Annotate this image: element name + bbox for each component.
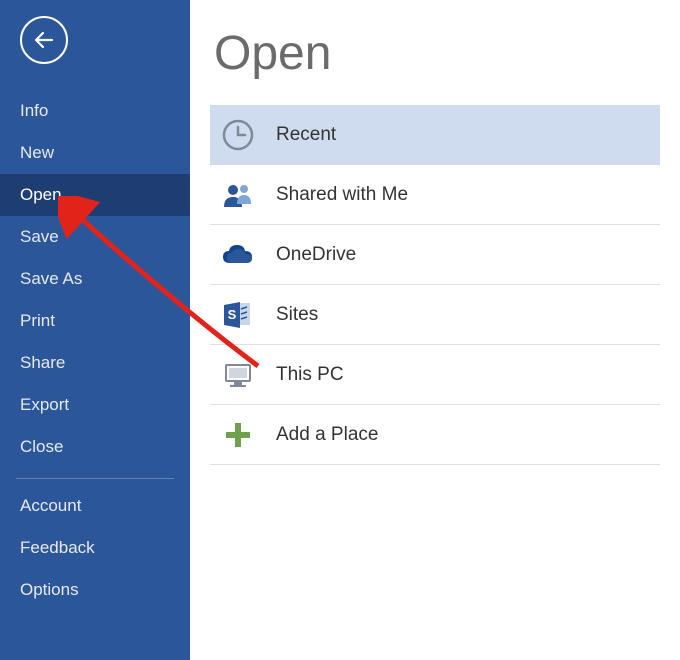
- location-label: Sites: [276, 304, 318, 326]
- sidebar-item-open[interactable]: Open: [0, 174, 190, 216]
- location-list: Recent Shared with Me: [210, 105, 660, 465]
- location-label: OneDrive: [276, 244, 356, 266]
- location-thispc[interactable]: This PC: [210, 345, 660, 405]
- location-sites[interactable]: S Sites: [210, 285, 660, 345]
- cloud-icon: [218, 235, 258, 275]
- location-recent[interactable]: Recent: [210, 105, 660, 165]
- sidebar-item-options[interactable]: Options: [0, 569, 190, 611]
- location-onedrive[interactable]: OneDrive: [210, 225, 660, 285]
- location-label: Recent: [276, 124, 336, 146]
- sidebar: Info New Open Save Save As Print Share E…: [0, 0, 190, 660]
- location-label: This PC: [276, 364, 344, 386]
- people-icon: [218, 175, 258, 215]
- sidebar-item-account[interactable]: Account: [0, 485, 190, 527]
- location-label: Add a Place: [276, 424, 378, 446]
- sidebar-item-saveas[interactable]: Save As: [0, 258, 190, 300]
- location-shared[interactable]: Shared with Me: [210, 165, 660, 225]
- main-panel: Open Recent: [190, 0, 680, 660]
- sidebar-item-label: Print: [20, 311, 55, 330]
- sidebar-item-info[interactable]: Info: [0, 90, 190, 132]
- sidebar-item-label: Options: [20, 580, 79, 599]
- sidebar-item-label: Save: [20, 227, 59, 246]
- sidebar-item-share[interactable]: Share: [0, 342, 190, 384]
- backstage-layout: Info New Open Save Save As Print Share E…: [0, 0, 680, 660]
- sharepoint-icon: S: [218, 295, 258, 335]
- sidebar-item-label: Export: [20, 395, 69, 414]
- page-title: Open: [214, 26, 660, 81]
- location-addplace[interactable]: Add a Place: [210, 405, 660, 465]
- sidebar-item-print[interactable]: Print: [0, 300, 190, 342]
- clock-icon: [218, 115, 258, 155]
- sidebar-item-label: Feedback: [20, 538, 95, 557]
- svg-text:S: S: [228, 307, 237, 322]
- sidebar-item-feedback[interactable]: Feedback: [0, 527, 190, 569]
- sidebar-item-label: Save As: [20, 269, 82, 288]
- computer-icon: [218, 355, 258, 395]
- plus-icon: [218, 415, 258, 455]
- sidebar-item-close[interactable]: Close: [0, 426, 190, 468]
- sidebar-item-export[interactable]: Export: [0, 384, 190, 426]
- sidebar-separator: [16, 478, 174, 479]
- sidebar-item-label: Share: [20, 353, 65, 372]
- sidebar-item-label: Close: [20, 437, 63, 456]
- sidebar-item-new[interactable]: New: [0, 132, 190, 174]
- sidebar-item-label: Open: [20, 185, 62, 204]
- sidebar-item-label: Info: [20, 101, 48, 120]
- back-button[interactable]: [20, 16, 68, 64]
- sidebar-item-label: Account: [20, 496, 81, 515]
- location-label: Shared with Me: [276, 184, 408, 206]
- back-arrow-icon: [32, 28, 56, 52]
- sidebar-item-save[interactable]: Save: [0, 216, 190, 258]
- sidebar-item-label: New: [20, 143, 54, 162]
